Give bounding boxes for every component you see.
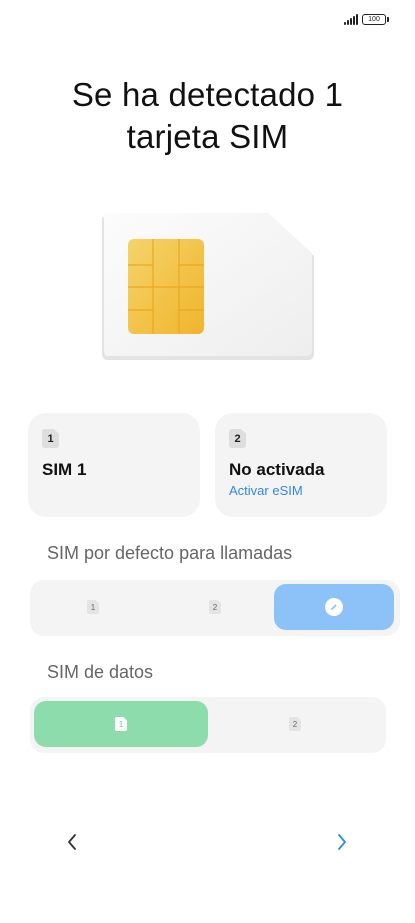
sim-chip-icon: 1 (115, 717, 127, 731)
calls-sim-label: SIM por defecto para llamadas (47, 543, 293, 563)
sim-name-1: SIM 1 (42, 460, 87, 479)
data-option-sim2[interactable]: 2 (208, 701, 382, 747)
data-sim-label: SIM de datos (47, 662, 154, 682)
calls-sim-selector: 1 2 (30, 580, 400, 636)
signal-icon (344, 14, 358, 25)
title-line-1: Se ha detectado 1 (71, 76, 344, 113)
status-bar: 100 (344, 14, 389, 25)
battery-level: 100 (362, 14, 386, 25)
battery-icon: 100 (362, 14, 389, 25)
calls-option-sim1[interactable]: 1 (30, 584, 156, 630)
chevron-right-icon (338, 834, 346, 850)
title-line-2: tarjeta SIM (126, 118, 289, 155)
data-option-sim1[interactable]: 1 (34, 701, 208, 747)
calls-option-always-ask[interactable] (274, 584, 394, 630)
chevron-left-icon (68, 834, 76, 850)
sim-card-2[interactable]: 2 No activada Activar eSIM (215, 413, 387, 517)
edit-icon (325, 598, 343, 616)
page-title: Se ha detectado 1 tarjeta SIM (0, 74, 415, 158)
back-button[interactable] (56, 824, 88, 860)
sim-chip-icon: 2 (209, 600, 221, 614)
sim-slot-badge-2: 2 (229, 429, 246, 448)
sim-slot-badge-1: 1 (42, 429, 59, 448)
data-sim-selector: 1 2 (30, 697, 386, 753)
calls-option-sim2[interactable]: 2 (152, 584, 278, 630)
next-button[interactable] (326, 824, 358, 860)
sim-card-1[interactable]: 1 SIM 1 (28, 413, 200, 517)
sim-card-illustration (102, 213, 314, 360)
sim-chip-icon: 1 (87, 600, 99, 614)
activate-esim-link[interactable]: Activar eSIM (229, 483, 373, 498)
sim-name-2: No activada (229, 460, 325, 479)
sim-chip-icon: 2 (289, 717, 301, 731)
